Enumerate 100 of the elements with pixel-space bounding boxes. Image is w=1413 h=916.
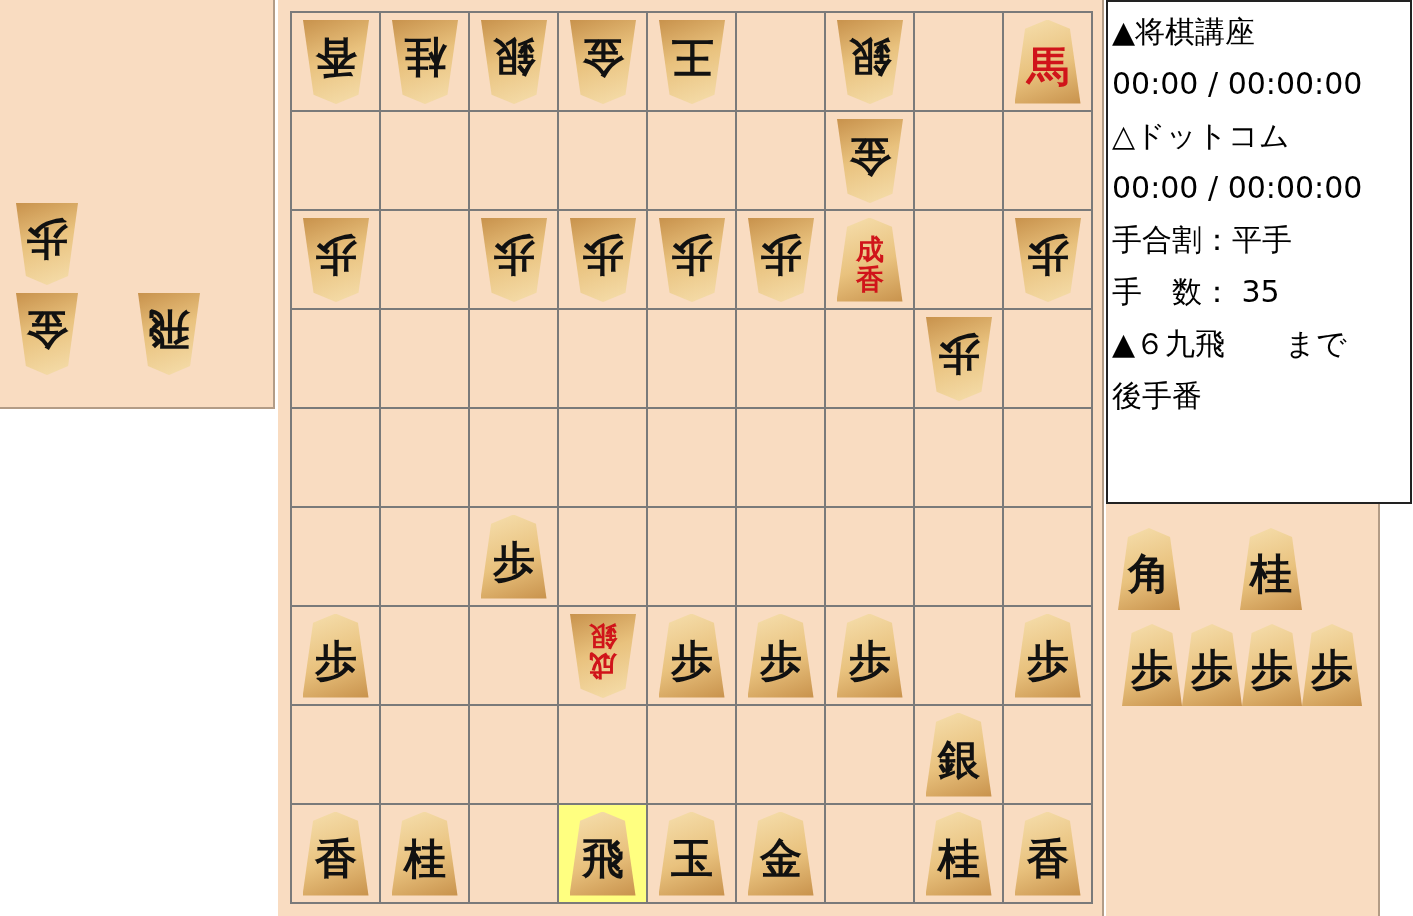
shogi-piece[interactable]: 歩 bbox=[925, 316, 992, 401]
shogi-piece[interactable]: 桂 bbox=[1240, 528, 1302, 610]
board-square[interactable] bbox=[915, 13, 1002, 110]
shogi-piece[interactable]: 歩 bbox=[302, 217, 369, 302]
board-square[interactable] bbox=[737, 13, 824, 110]
shogi-piece[interactable]: 歩 bbox=[658, 217, 725, 302]
board-square[interactable]: 桂 bbox=[381, 805, 468, 902]
board-square[interactable] bbox=[1004, 310, 1091, 407]
board-square[interactable]: 香 bbox=[1004, 805, 1091, 902]
board-square[interactable] bbox=[381, 310, 468, 407]
board-square[interactable]: 銀 bbox=[915, 706, 1002, 803]
board-square[interactable] bbox=[470, 805, 557, 902]
board-square[interactable]: 歩 bbox=[292, 607, 379, 704]
board-square[interactable]: 歩 bbox=[737, 607, 824, 704]
board-square[interactable] bbox=[826, 409, 913, 506]
shogi-piece[interactable]: 金 bbox=[569, 19, 636, 104]
board-square[interactable] bbox=[648, 508, 735, 605]
board-square[interactable] bbox=[381, 112, 468, 209]
board-square[interactable]: 歩 bbox=[826, 607, 913, 704]
shogi-piece[interactable]: 飛 bbox=[138, 293, 200, 375]
shogi-piece[interactable]: 金 bbox=[836, 118, 903, 203]
shogi-piece[interactable]: 歩 bbox=[1122, 624, 1182, 706]
shogi-piece[interactable]: 歩 bbox=[1302, 624, 1362, 706]
board-square[interactable] bbox=[737, 706, 824, 803]
shogi-piece[interactable]: 歩 bbox=[1014, 217, 1081, 302]
board-square[interactable] bbox=[559, 508, 646, 605]
shogi-piece[interactable]: 銀 bbox=[836, 19, 903, 104]
board-square[interactable] bbox=[559, 409, 646, 506]
board-square[interactable] bbox=[381, 607, 468, 704]
shogi-piece[interactable]: 歩 bbox=[1014, 613, 1081, 698]
shogi-piece[interactable]: 歩 bbox=[1182, 624, 1242, 706]
board-square[interactable] bbox=[559, 706, 646, 803]
board-square[interactable] bbox=[1004, 409, 1091, 506]
board-square[interactable] bbox=[1004, 706, 1091, 803]
board-square[interactable] bbox=[915, 508, 1002, 605]
board-square[interactable]: 香 bbox=[292, 805, 379, 902]
board-square[interactable] bbox=[381, 706, 468, 803]
board-square[interactable]: 成香 bbox=[826, 211, 913, 308]
board-square[interactable] bbox=[648, 310, 735, 407]
board-square[interactable]: 歩 bbox=[737, 211, 824, 308]
shogi-piece[interactable]: 歩 bbox=[16, 203, 78, 285]
shogi-piece[interactable]: 金 bbox=[747, 811, 814, 896]
board-square[interactable]: 歩 bbox=[648, 211, 735, 308]
board-square[interactable] bbox=[1004, 112, 1091, 209]
board-square[interactable] bbox=[292, 409, 379, 506]
board-square[interactable] bbox=[737, 112, 824, 209]
shogi-piece[interactable]: 歩 bbox=[747, 217, 814, 302]
shogi-piece[interactable]: 歩 bbox=[1242, 624, 1302, 706]
board-square[interactable]: 桂 bbox=[381, 13, 468, 110]
board-square[interactable]: 歩 bbox=[648, 607, 735, 704]
board-square[interactable] bbox=[292, 508, 379, 605]
board-square[interactable] bbox=[737, 508, 824, 605]
shogi-piece[interactable]: 歩 bbox=[302, 613, 369, 698]
shogi-piece[interactable]: 成香 bbox=[836, 217, 903, 302]
shogi-piece[interactable]: 歩 bbox=[658, 613, 725, 698]
shogi-piece[interactable]: 桂 bbox=[391, 811, 458, 896]
board-square[interactable] bbox=[737, 409, 824, 506]
board-square[interactable] bbox=[915, 211, 1002, 308]
board-square[interactable]: 歩 bbox=[470, 508, 557, 605]
board-square[interactable] bbox=[470, 607, 557, 704]
board-square[interactable]: 桂 bbox=[915, 805, 1002, 902]
board-square[interactable]: 銀 bbox=[470, 13, 557, 110]
board-square[interactable] bbox=[381, 211, 468, 308]
board-square[interactable] bbox=[648, 706, 735, 803]
board-square[interactable]: 金 bbox=[826, 112, 913, 209]
board-square[interactable]: 王 bbox=[648, 13, 735, 110]
shogi-piece[interactable]: 桂 bbox=[391, 19, 458, 104]
board-square[interactable] bbox=[381, 508, 468, 605]
shogi-piece[interactable]: 香 bbox=[302, 19, 369, 104]
board-square[interactable] bbox=[915, 112, 1002, 209]
board-square[interactable] bbox=[826, 508, 913, 605]
board-square[interactable] bbox=[470, 706, 557, 803]
board-square[interactable] bbox=[826, 706, 913, 803]
board-square[interactable] bbox=[915, 409, 1002, 506]
board-square[interactable]: 玉 bbox=[648, 805, 735, 902]
board-square[interactable]: 歩 bbox=[470, 211, 557, 308]
shogi-piece[interactable]: 歩 bbox=[480, 217, 547, 302]
shogi-piece[interactable]: 飛 bbox=[569, 811, 636, 896]
board-square[interactable] bbox=[292, 112, 379, 209]
board-square[interactable]: 歩 bbox=[1004, 211, 1091, 308]
board-square[interactable] bbox=[292, 706, 379, 803]
board-square[interactable]: 歩 bbox=[1004, 607, 1091, 704]
shogi-piece[interactable]: 銀 bbox=[480, 19, 547, 104]
board-square[interactable] bbox=[737, 310, 824, 407]
board-square[interactable] bbox=[915, 607, 1002, 704]
shogi-piece[interactable]: 歩 bbox=[747, 613, 814, 698]
board-square[interactable] bbox=[1004, 508, 1091, 605]
board-square[interactable]: 歩 bbox=[559, 211, 646, 308]
board-square[interactable]: 金 bbox=[737, 805, 824, 902]
board-square[interactable] bbox=[826, 805, 913, 902]
shogi-piece[interactable]: 歩 bbox=[569, 217, 636, 302]
shogi-piece[interactable]: 歩 bbox=[480, 514, 547, 599]
shogi-piece[interactable]: 香 bbox=[302, 811, 369, 896]
board-square[interactable] bbox=[470, 409, 557, 506]
board-square[interactable] bbox=[559, 112, 646, 209]
shogi-piece[interactable]: 金 bbox=[16, 293, 78, 375]
board-square[interactable]: 香 bbox=[292, 13, 379, 110]
shogi-piece[interactable]: 成銀 bbox=[569, 613, 636, 698]
board-square[interactable] bbox=[470, 112, 557, 209]
board-square[interactable] bbox=[559, 310, 646, 407]
